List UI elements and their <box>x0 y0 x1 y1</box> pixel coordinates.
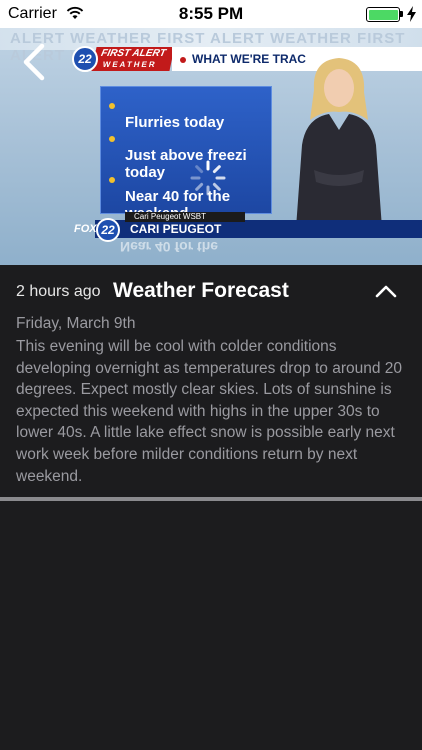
article-header: 2 hours ago Weather Forecast <box>16 279 406 303</box>
article-body: This evening will be cool with colder co… <box>16 338 403 485</box>
article-panel: 2 hours ago Weather Forecast Friday, Mar… <box>0 265 422 501</box>
battery-tip <box>400 11 403 17</box>
forecast-board: Flurries today Just above freezi today N… <box>100 86 272 222</box>
charging-bolt-icon <box>407 6 416 22</box>
chevron-up-icon[interactable] <box>374 281 398 301</box>
fox-logo: FOX 22 <box>70 218 126 242</box>
video-player[interactable]: ALERT WEATHER FIRST ALERT WEATHER FIRST … <box>0 28 422 265</box>
article-title: Weather Forecast <box>113 279 289 302</box>
status-time: 8:55 PM <box>178 4 244 23</box>
empty-content-area <box>0 501 422 750</box>
station-logo: 22 <box>72 46 98 72</box>
back-chevron-icon[interactable] <box>14 40 54 84</box>
first-alert-badge: FIRST ALERT WEATHER <box>91 47 175 71</box>
presenter-figure <box>296 58 382 228</box>
loading-spinner-icon <box>190 160 226 196</box>
battery-icon <box>366 7 400 22</box>
status-bar: Carrier 8:55 PM <box>0 0 422 28</box>
lower-third: Cari Peugeot WSBT CARI PEUGEOT FOX 22 <box>0 212 422 242</box>
time-ago-label: 2 hours ago <box>16 283 101 300</box>
reflection-text: Near 40 for the <box>120 239 219 255</box>
lower-third-name: CARI PEUGEOT <box>130 222 222 236</box>
article-date: Friday, March 9th <box>16 315 136 332</box>
